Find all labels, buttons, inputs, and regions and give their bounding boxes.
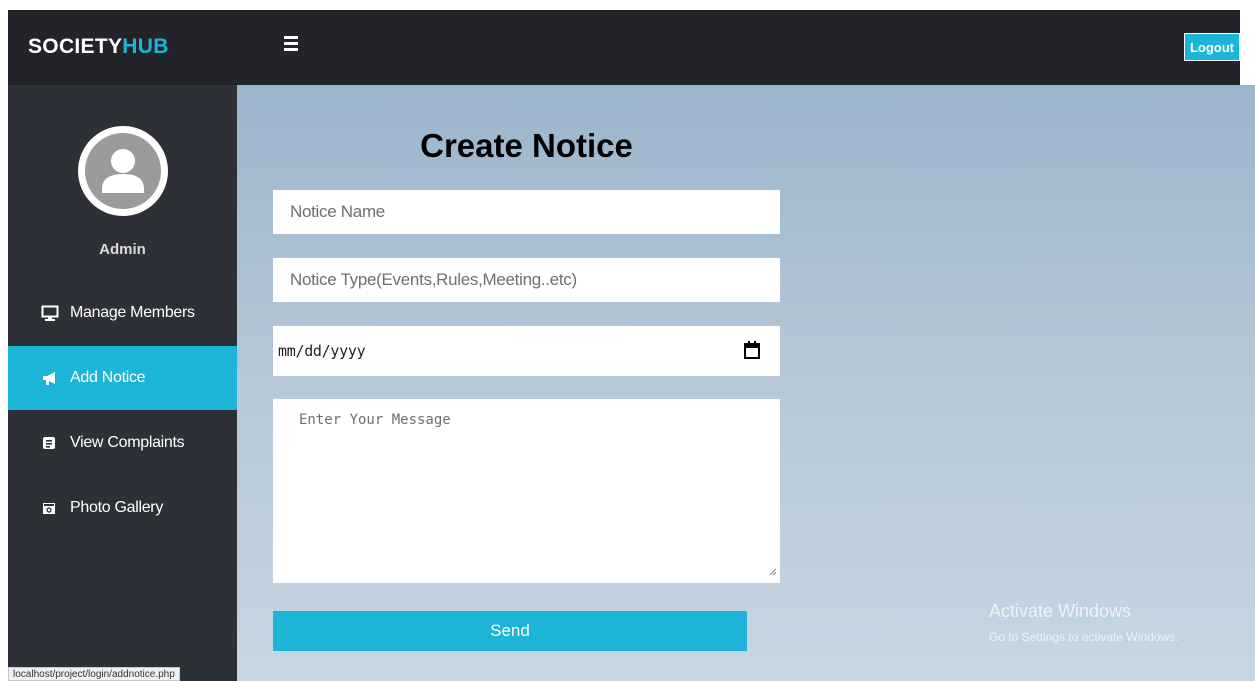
monitor-icon [41, 305, 65, 321]
calendar-icon[interactable] [744, 341, 760, 363]
brand-logo-part2: HUB [122, 35, 169, 58]
notice-type-input[interactable]: Notice Type(Events,Rules,Meeting..etc) [273, 258, 780, 302]
megaphone-icon [41, 370, 65, 386]
menu-toggle-icon[interactable] [284, 36, 298, 52]
notice-date-input[interactable]: mm/dd/yyyy [273, 326, 780, 376]
sidebar-item-manage-members[interactable]: Manage Members [8, 281, 237, 345]
brand-logo[interactable]: SOCIETYHUB [28, 35, 169, 59]
sidebar-item-label: View Complaints [70, 434, 185, 451]
sidebar-item-label: Photo Gallery [70, 499, 164, 516]
camera-icon [41, 500, 65, 516]
activate-windows-title: Activate Windows [989, 601, 1132, 621]
activate-windows-subtitle: Go to Settings to activate Windows. [989, 630, 1179, 644]
status-bar-url: localhost/project/login/addnotice.php [8, 667, 180, 681]
complaint-icon [41, 435, 65, 451]
message-textarea[interactable]: Enter Your Message [273, 399, 780, 583]
main-content: Create Notice Notice Name Notice Type(Ev… [237, 85, 1255, 681]
sidebar-item-add-notice[interactable]: Add Notice [8, 346, 237, 410]
sidebar-item-label: Add Notice [70, 369, 146, 386]
sidebar-item-view-complaints[interactable]: View Complaints [8, 411, 237, 475]
message-placeholder: Enter Your Message [299, 412, 451, 428]
brand-logo-part1: SOCIETY [28, 35, 123, 58]
date-placeholder: mm/dd/yyyy [278, 342, 366, 360]
user-name: Admin [99, 241, 146, 258]
avatar [78, 117, 168, 225]
sidebar: Admin Manage Members Add Notice View Com… [8, 85, 237, 681]
send-button[interactable]: Send [273, 611, 747, 651]
top-navbar: SOCIETYHUB Logout [8, 10, 1240, 85]
sidebar-item-photo-gallery[interactable]: Photo Gallery [8, 476, 237, 540]
notice-name-input[interactable]: Notice Name [273, 190, 780, 234]
resize-handle-icon[interactable] [769, 564, 777, 580]
logout-button[interactable]: Logout [1184, 33, 1240, 61]
page-title: Create Notice [420, 127, 633, 164]
sidebar-item-label: Manage Members [70, 304, 195, 321]
